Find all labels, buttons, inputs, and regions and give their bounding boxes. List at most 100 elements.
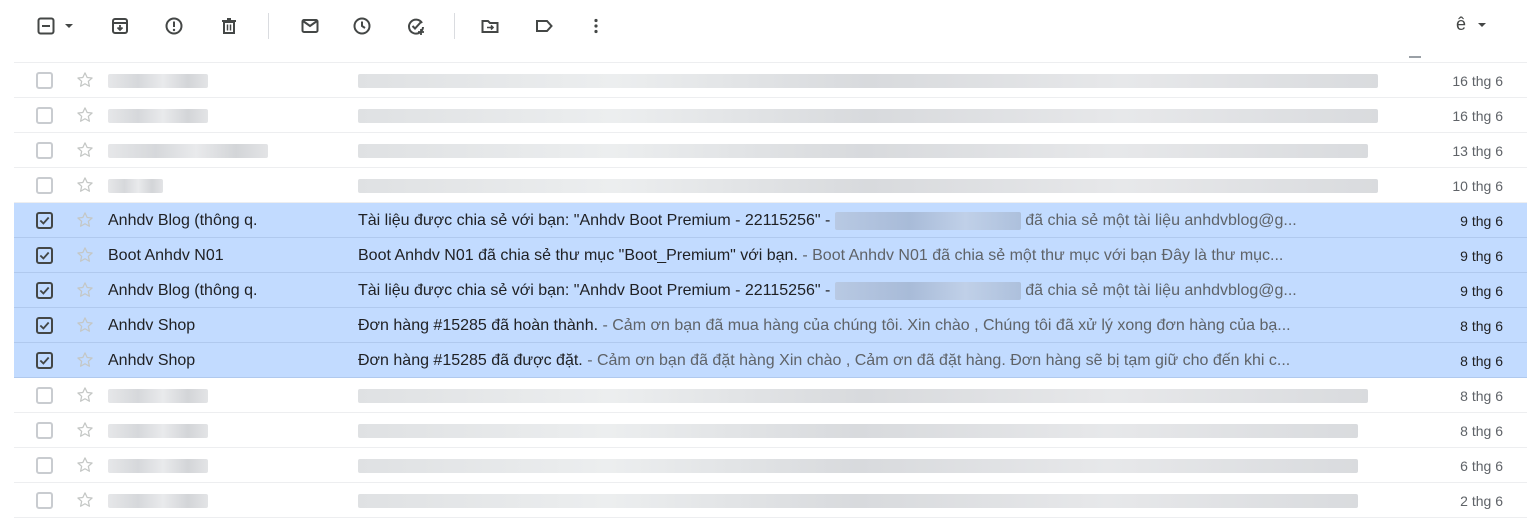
- row-checkbox[interactable]: [36, 492, 53, 509]
- blurred-content: [358, 424, 1358, 438]
- table-row[interactable]: 10 thg 6: [14, 168, 1527, 203]
- email-subject: Boot Anhdv N01 đã chia sẻ thư mục "Boot_…: [358, 247, 798, 264]
- table-row[interactable]: 8 thg 6: [14, 413, 1527, 448]
- email-content: Đơn hàng #15285 đã hoàn thành. - Cảm ơn …: [358, 317, 1388, 335]
- table-row[interactable]: Anhdv Blog (thông q. Tài liệu được chia s…: [14, 203, 1527, 238]
- email-date: 8 thg 6: [1460, 423, 1503, 439]
- row-checkbox[interactable]: [36, 387, 53, 404]
- blurred-content: [358, 459, 1358, 473]
- row-checkbox[interactable]: [36, 422, 53, 439]
- email-subject: Đơn hàng #15285 đã được đặt.: [358, 352, 583, 369]
- archive-icon[interactable]: [104, 10, 136, 42]
- blurred-sender: [108, 179, 163, 193]
- report-spam-icon[interactable]: [158, 10, 190, 42]
- blurred-content: [358, 494, 1358, 508]
- table-row[interactable]: Anhdv Shop Đơn hàng #15285 đã được đặt. -…: [14, 343, 1527, 378]
- email-content: Boot Anhdv N01 đã chia sẻ thư mục "Boot_…: [358, 247, 1388, 265]
- row-checkbox[interactable]: [36, 352, 53, 369]
- email-date: 8 thg 6: [1460, 353, 1503, 369]
- blurred-content: [358, 109, 1378, 123]
- move-to-icon[interactable]: [474, 10, 506, 42]
- star-icon[interactable]: [75, 210, 95, 230]
- email-date: 8 thg 6: [1460, 318, 1503, 334]
- toolbar-divider: [268, 13, 269, 39]
- table-row[interactable]: Anhdv Shop Đơn hàng #15285 đã hoàn thành.…: [14, 308, 1527, 343]
- email-sender: Anhdv Blog (thông q.: [108, 212, 258, 229]
- row-checkbox[interactable]: [36, 457, 53, 474]
- snooze-icon[interactable]: [346, 10, 378, 42]
- email-date: 9 thg 6: [1460, 213, 1503, 229]
- table-row[interactable]: 2 thg 6: [14, 483, 1527, 518]
- table-row[interactable]: 16 thg 6: [14, 63, 1527, 98]
- email-date: 16 thg 6: [1452, 108, 1503, 124]
- star-icon[interactable]: [75, 280, 95, 300]
- email-list: 16 thg 6 16 thg 6 13 thg 6 10 thg 6 Anhdv Bl…: [14, 54, 1527, 520]
- label-icon[interactable]: [528, 10, 560, 42]
- row-checkbox[interactable]: [36, 212, 53, 229]
- star-icon[interactable]: [75, 420, 95, 440]
- email-date: 9 thg 6: [1460, 283, 1503, 299]
- blurred-name: [834, 282, 1021, 300]
- add-to-tasks-icon[interactable]: [400, 10, 432, 42]
- star-icon[interactable]: [75, 140, 95, 160]
- blurred-name: [834, 212, 1021, 230]
- email-sender: Anhdv Shop: [108, 352, 196, 369]
- email-subject: Đơn hàng #15285 đã hoàn thành.: [358, 317, 599, 334]
- star-icon[interactable]: [75, 350, 95, 370]
- email-date: 2 thg 6: [1460, 493, 1503, 509]
- table-row[interactable]: 6 thg 6: [14, 448, 1527, 483]
- email-sender: Anhdv Shop: [108, 317, 196, 334]
- row-checkbox[interactable]: [36, 177, 53, 194]
- row-checkbox[interactable]: [36, 282, 53, 299]
- table-row[interactable]: Boot Anhdv N01 Boot Anhdv N01 đã chia sẻ …: [14, 238, 1527, 273]
- row-checkbox[interactable]: [36, 107, 53, 124]
- email-date: 10 thg 6: [1452, 178, 1503, 194]
- star-icon[interactable]: [75, 70, 95, 90]
- email-date: 6 thg 6: [1460, 458, 1503, 474]
- select-dropdown-icon[interactable]: [62, 10, 76, 42]
- row-checkbox[interactable]: [36, 247, 53, 264]
- mark-unread-icon[interactable]: [294, 10, 326, 42]
- chevron-down-icon: [1478, 23, 1486, 27]
- blurred-sender: [108, 74, 208, 88]
- blurred-content: [358, 179, 1378, 193]
- star-icon[interactable]: [75, 105, 95, 125]
- blurred-content: [358, 389, 1368, 403]
- row-checkbox[interactable]: [36, 317, 53, 334]
- table-row[interactable]: 13 thg 6: [14, 133, 1527, 168]
- email-date: 8 thg 6: [1460, 388, 1503, 404]
- table-row[interactable]: 8 thg 6: [14, 378, 1527, 413]
- table-row[interactable]: Anhdv Blog (thông q. Tài liệu được chia s…: [14, 273, 1527, 308]
- table-row[interactable]: [14, 54, 1527, 63]
- email-snippet: - Cảm ơn bạn đã đặt hàng Xin chào , Cảm …: [582, 352, 1291, 369]
- star-icon[interactable]: [75, 175, 95, 195]
- blurred-content: [358, 144, 1368, 158]
- row-checkbox[interactable]: [36, 72, 53, 89]
- email-subject: Tài liệu được chia sẻ với bạn: "Anhdv Bo…: [358, 212, 835, 230]
- more-vert-icon[interactable]: [580, 10, 612, 42]
- blurred-sender: [108, 494, 208, 508]
- star-icon[interactable]: [75, 385, 95, 405]
- email-subject: Tài liệu được chia sẻ với bạn: "Anhdv Bo…: [358, 282, 835, 300]
- blurred-sender: [108, 389, 208, 403]
- blurred-sender: [108, 144, 268, 158]
- star-icon[interactable]: [75, 455, 95, 475]
- email-date: 9 thg 6: [1460, 248, 1503, 264]
- row-checkbox[interactable]: [36, 142, 53, 159]
- side-indicator: [1409, 56, 1421, 58]
- email-date: 13 thg 6: [1452, 143, 1503, 159]
- email-date: 16 thg 6: [1452, 73, 1503, 89]
- star-icon[interactable]: [75, 245, 95, 265]
- email-content: Tài liệu được chia sẻ với bạn: "Anhdv Bo…: [358, 282, 1388, 300]
- delete-icon[interactable]: [213, 10, 245, 42]
- blurred-sender: [108, 459, 208, 473]
- email-content: Đơn hàng #15285 đã được đặt. - Cảm ơn bạ…: [358, 352, 1388, 370]
- star-icon[interactable]: [75, 315, 95, 335]
- email-content: Tài liệu được chia sẻ với bạn: "Anhdv Bo…: [358, 212, 1388, 230]
- select-checkbox-icon[interactable]: [30, 10, 62, 42]
- table-row[interactable]: 16 thg 6: [14, 98, 1527, 133]
- email-snippet: đã chia sẻ một tài liệu anhdvblog@g...: [1020, 212, 1297, 230]
- blurred-sender: [108, 109, 208, 123]
- input-tools-button[interactable]: ê: [1456, 14, 1487, 35]
- star-icon[interactable]: [75, 490, 95, 510]
